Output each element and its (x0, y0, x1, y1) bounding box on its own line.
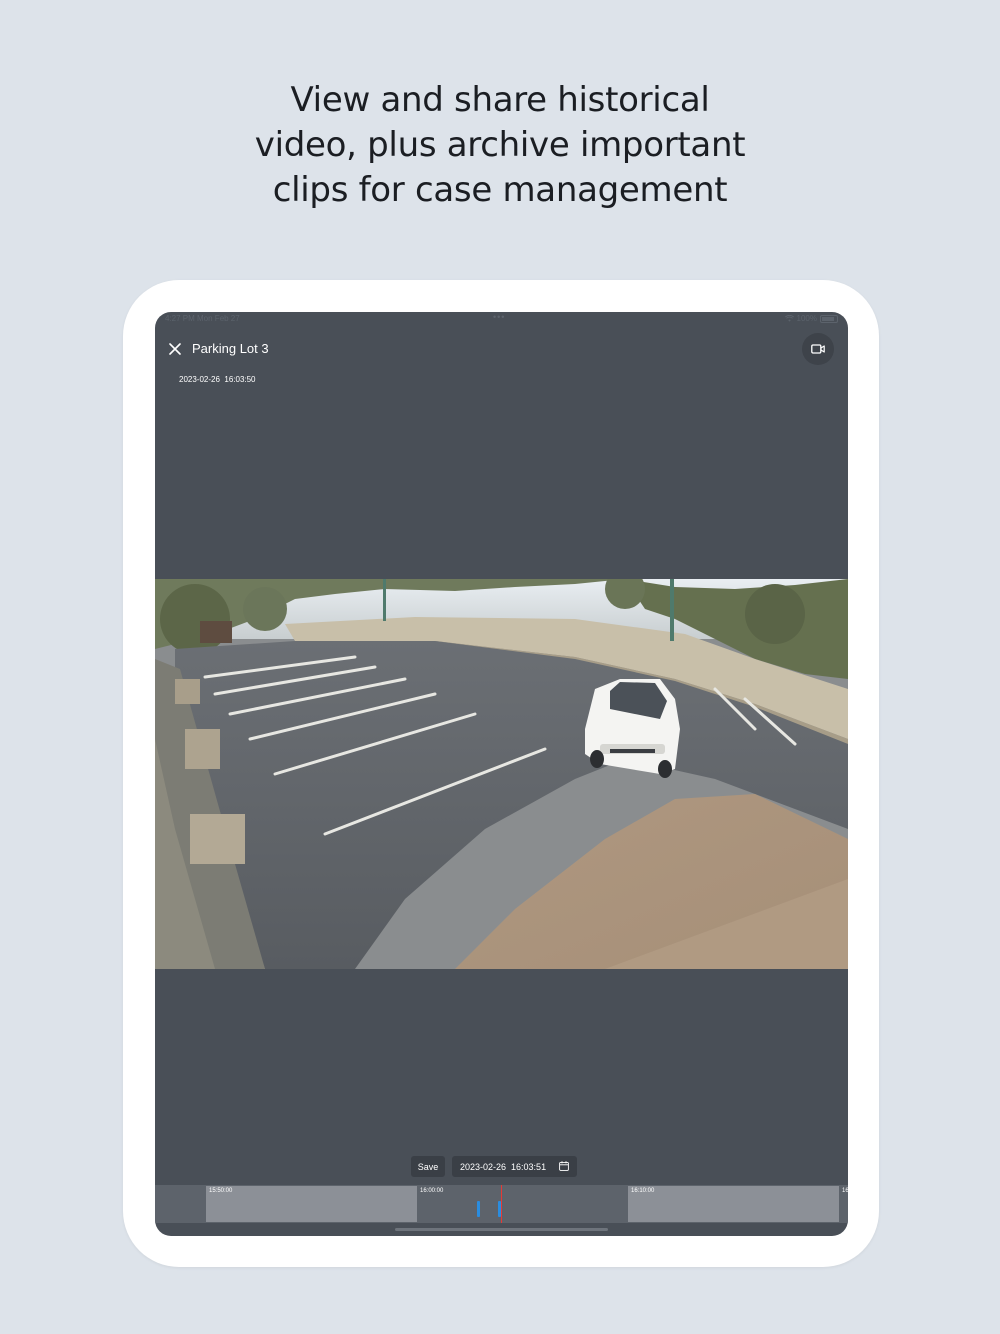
battery-icon (820, 314, 838, 323)
timeline-label: 16:10:00 (631, 1188, 655, 1194)
white-car (585, 679, 680, 778)
headline: View and share historical video, plus ar… (0, 78, 1000, 213)
playback-timestamp: 2023-02-26 16:03:50 (179, 375, 256, 384)
timeline-label: 16 (842, 1188, 848, 1194)
battery-percent: 100% (796, 314, 817, 323)
status-bar: 4:27 PM Mon Feb 27 ••• 100% (155, 312, 848, 326)
timeline-playhead[interactable] (501, 1185, 502, 1223)
headline-line-3: clips for case management (272, 170, 728, 210)
timeline-event-marker[interactable] (477, 1201, 480, 1217)
timeline-label: 15:50:00 (209, 1188, 233, 1194)
calendar-icon (559, 1161, 569, 1171)
camera-video-frame[interactable] (155, 579, 848, 969)
save-button[interactable]: Save (411, 1156, 445, 1177)
camera-title: Parking Lot 3 (192, 341, 269, 356)
headline-line-1: View and share historical (290, 80, 710, 120)
video-camera-icon[interactable] (802, 333, 834, 365)
timeline-recording-block (628, 1186, 839, 1222)
headline-line-2: video, plus archive important (254, 125, 746, 165)
date-time-value: 2023-02-26 16:03:51 (460, 1161, 547, 1172)
home-indicator[interactable] (395, 1228, 608, 1231)
status-right: 100% (784, 314, 838, 323)
tablet-screen: 4:27 PM Mon Feb 27 ••• 100% Parking Lot … (155, 312, 848, 1236)
close-icon[interactable] (167, 340, 183, 358)
timeline-label: 16:00:00 (420, 1188, 444, 1194)
wifi-icon (784, 315, 794, 322)
multitask-dots: ••• (493, 312, 506, 322)
status-time: 4:27 PM Mon Feb 27 (165, 314, 240, 323)
video-timeline[interactable]: 15:50:00 16:00:00 16:10:00 16 (155, 1185, 848, 1223)
date-time-picker[interactable]: 2023-02-26 16:03:51 (452, 1156, 577, 1177)
timeline-recording-block (206, 1186, 417, 1222)
